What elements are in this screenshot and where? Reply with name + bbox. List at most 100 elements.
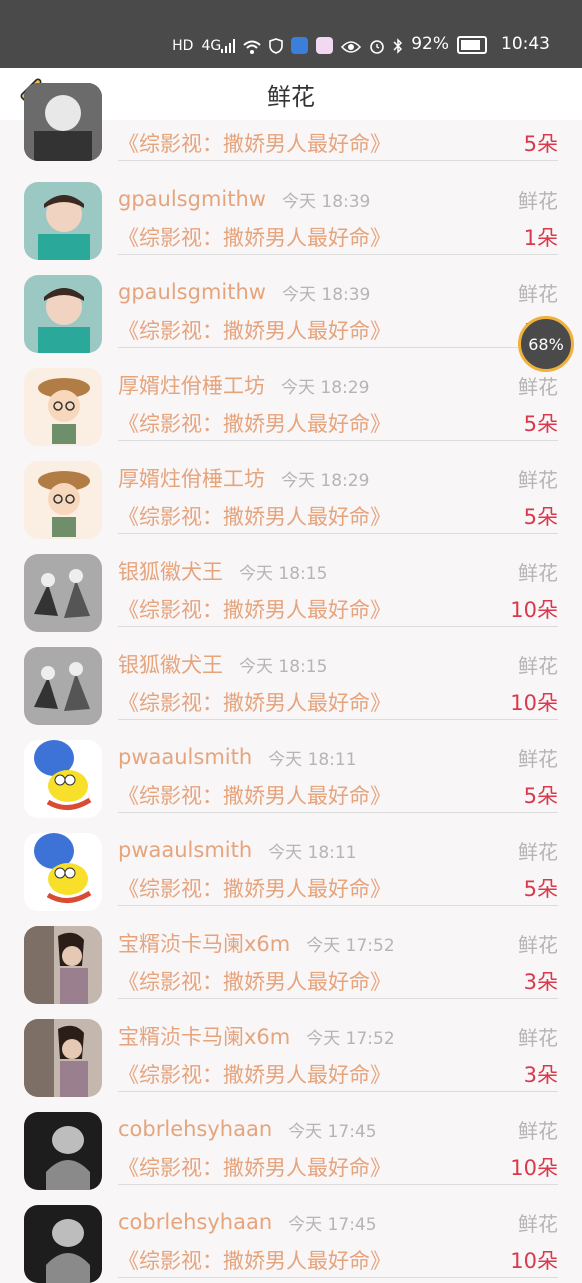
user-name[interactable]: pwaaulsmith [118, 745, 252, 769]
book-title[interactable]: 《综影视：撒娇男人最好命》 [118, 501, 391, 531]
flower-count: 5朵 [523, 132, 558, 156]
user-name[interactable]: pwaaulsmith [118, 838, 252, 862]
book-line: 《综影视：撒娇男人最好命》 3朵 [118, 1057, 558, 1092]
list-item[interactable]: pwaaulsmith 今天 18:11 鲜花 《综影视：撒娇男人最好命》 5朵 [0, 817, 582, 911]
name-line: 宝糈浈卡马阑x6m 今天 17:52 鲜花 [118, 928, 558, 958]
hd-icon: HD [172, 38, 194, 54]
avatar[interactable] [24, 461, 102, 539]
name-line: 厚婿炷佾棰工坊 今天 18:29 鲜花 [118, 463, 558, 493]
gift-type-label: 鲜花 [518, 467, 558, 492]
bluetooth-icon [393, 38, 403, 54]
book-title[interactable]: 《综影视：撒娇男人最好命》 [118, 780, 391, 810]
list-item[interactable]: gpaulsgmithw 今天 18:39 鲜花 《综影视：撒娇男人最好命》 1… [0, 166, 582, 260]
timestamp: 今天 18:15 [239, 656, 328, 677]
book-title[interactable]: 《综影视：撒娇男人最好命》 [118, 687, 391, 717]
gift-type-label: 鲜花 [518, 746, 558, 771]
flower-count: 10朵 [510, 1249, 558, 1273]
gift-type-label: 鲜花 [518, 653, 558, 678]
book-line: 《综影视：撒娇男人最好命》 10朵 [118, 1243, 558, 1278]
book-title[interactable]: 《综影视：撒娇男人最好命》 [118, 1245, 391, 1275]
flower-count: 5朵 [523, 505, 558, 529]
list-item[interactable]: 银狐徽犬王 今天 18:15 鲜花 《综影视：撒娇男人最好命》 10朵 [0, 631, 582, 725]
avatar[interactable] [24, 182, 102, 260]
book-title[interactable]: 《综影视：撒娇男人最好命》 [118, 594, 391, 624]
list-item[interactable]: 宝糈浈卡马阑x6m 今天 17:52 鲜花 《综影视：撒娇男人最好命》 3朵 [0, 910, 582, 1004]
book-title[interactable]: 《综影视：撒娇男人最好命》 [118, 408, 391, 438]
user-name[interactable]: cobrlehsyhaan [118, 1117, 272, 1141]
book-title[interactable]: 《综影视：撒娇男人最好命》 [118, 128, 391, 158]
avatar[interactable] [24, 83, 102, 161]
book-line: 《综影视：撒娇男人最好命》 5朵 [118, 126, 558, 161]
user-name[interactable]: 厚婿炷佾棰工坊 [118, 370, 265, 400]
list-item[interactable]: 厚婿炷佾棰工坊 今天 18:29 鲜花 《综影视：撒娇男人最好命》 5朵 [0, 352, 582, 446]
book-title[interactable]: 《综影视：撒娇男人最好命》 [118, 966, 391, 996]
book-title[interactable]: 《综影视：撒娇男人最好命》 [118, 873, 391, 903]
gift-type-label: 鲜花 [518, 839, 558, 864]
user-name[interactable]: 宝糈浈卡马阑x6m [118, 928, 290, 958]
gift-type-label: 鲜花 [518, 374, 558, 399]
list-item[interactable]: 厚婿炷佾棰工坊 今天 18:29 鲜花 《综影视：撒娇男人最好命》 5朵 [0, 445, 582, 539]
wifi-icon [243, 40, 261, 54]
book-line: 《综影视：撒娇男人最好命》 5朵 [118, 871, 558, 906]
gift-type-label: 鲜花 [518, 560, 558, 585]
shield-icon [269, 38, 284, 54]
user-name[interactable]: 厚婿炷佾棰工坊 [118, 463, 265, 493]
book-line: 《综影视：撒娇男人最好命》 3朵 [118, 964, 558, 999]
gift-type-label: 鲜花 [518, 1025, 558, 1050]
flower-count: 1朵 [523, 226, 558, 250]
avatar[interactable] [24, 647, 102, 725]
timestamp: 今天 18:11 [268, 749, 357, 770]
avatar[interactable] [24, 1019, 102, 1097]
user-name[interactable]: cobrlehsyhaan [118, 1210, 272, 1234]
floating-badge-value: 68% [528, 334, 564, 354]
list-item[interactable]: gpaulsgmithw 今天 18:39 鲜花 《综影视：撒娇男人最好命》 1… [0, 259, 582, 353]
book-line: 《综影视：撒娇男人最好命》 10朵 [118, 1150, 558, 1185]
flower-count: 10朵 [510, 691, 558, 715]
list-item[interactable]: 《综影视：撒娇男人最好命》 5朵 [0, 83, 582, 166]
name-line: gpaulsgmithw 今天 18:39 鲜花 [118, 184, 558, 214]
flower-count: 5朵 [523, 412, 558, 436]
avatar[interactable] [24, 740, 102, 818]
avatar[interactable] [24, 275, 102, 353]
avatar[interactable] [24, 926, 102, 1004]
user-name[interactable]: 银狐徽犬王 [118, 649, 223, 679]
book-line: 《综影视：撒娇男人最好命》 5朵 [118, 406, 558, 441]
avatar[interactable] [24, 554, 102, 632]
user-name[interactable]: 银狐徽犬王 [118, 556, 223, 586]
name-line: 银狐徽犬王 今天 18:15 鲜花 [118, 556, 558, 586]
list-item[interactable]: cobrlehsyhaan 今天 17:45 鲜花 《综影视：撒娇男人最好命》 … [0, 1096, 582, 1190]
flower-count: 3朵 [523, 1063, 558, 1087]
list-item[interactable]: 宝糈浈卡马阑x6m 今天 17:52 鲜花 《综影视：撒娇男人最好命》 3朵 [0, 1003, 582, 1097]
timestamp: 今天 17:45 [288, 1121, 377, 1142]
name-line: cobrlehsyhaan 今天 17:45 鲜花 [118, 1114, 558, 1144]
battery-percent: 92% [411, 34, 449, 54]
flower-count: 10朵 [510, 598, 558, 622]
user-name[interactable]: gpaulsgmithw [118, 187, 266, 211]
avatar[interactable] [24, 368, 102, 446]
timestamp: 今天 18:39 [281, 191, 371, 212]
list-item[interactable]: 银狐徽犬王 今天 18:15 鲜花 《综影视：撒娇男人最好命》 10朵 [0, 538, 582, 632]
timestamp: 今天 18:11 [268, 842, 357, 863]
book-title[interactable]: 《综影视：撒娇男人最好命》 [118, 1152, 391, 1182]
user-name[interactable]: 宝糈浈卡马阑x6m [118, 1021, 290, 1051]
book-title[interactable]: 《综影视：撒娇男人最好命》 [118, 315, 391, 345]
name-line: 宝糈浈卡马阑x6m 今天 17:52 鲜花 [118, 1021, 558, 1051]
list-item[interactable]: pwaaulsmith 今天 18:11 鲜花 《综影视：撒娇男人最好命》 5朵 [0, 724, 582, 818]
avatar[interactable] [24, 833, 102, 911]
flower-count: 5朵 [523, 877, 558, 901]
list-item[interactable]: cobrlehsyhaan 今天 17:45 鲜花 《综影视：撒娇男人最好命》 … [0, 1189, 582, 1283]
page-title: 鲜花 [267, 82, 315, 111]
book-title[interactable]: 《综影视：撒娇男人最好命》 [118, 1059, 391, 1089]
floating-speed-badge[interactable]: 68% [518, 316, 574, 372]
timestamp: 今天 18:29 [281, 470, 370, 491]
book-line: 《综影视：撒娇男人最好命》 1朵 [118, 220, 558, 255]
flower-count: 3朵 [523, 970, 558, 994]
avatar[interactable] [24, 1112, 102, 1190]
book-title[interactable]: 《综影视：撒娇男人最好命》 [118, 222, 391, 252]
timestamp: 今天 17:52 [306, 1028, 395, 1049]
timestamp: 今天 17:45 [288, 1214, 377, 1235]
book-line: 《综影视：撒娇男人最好命》 10朵 [118, 685, 558, 720]
gift-type-label: 鲜花 [518, 932, 558, 957]
user-name[interactable]: gpaulsgmithw [118, 280, 266, 304]
avatar[interactable] [24, 1205, 102, 1283]
